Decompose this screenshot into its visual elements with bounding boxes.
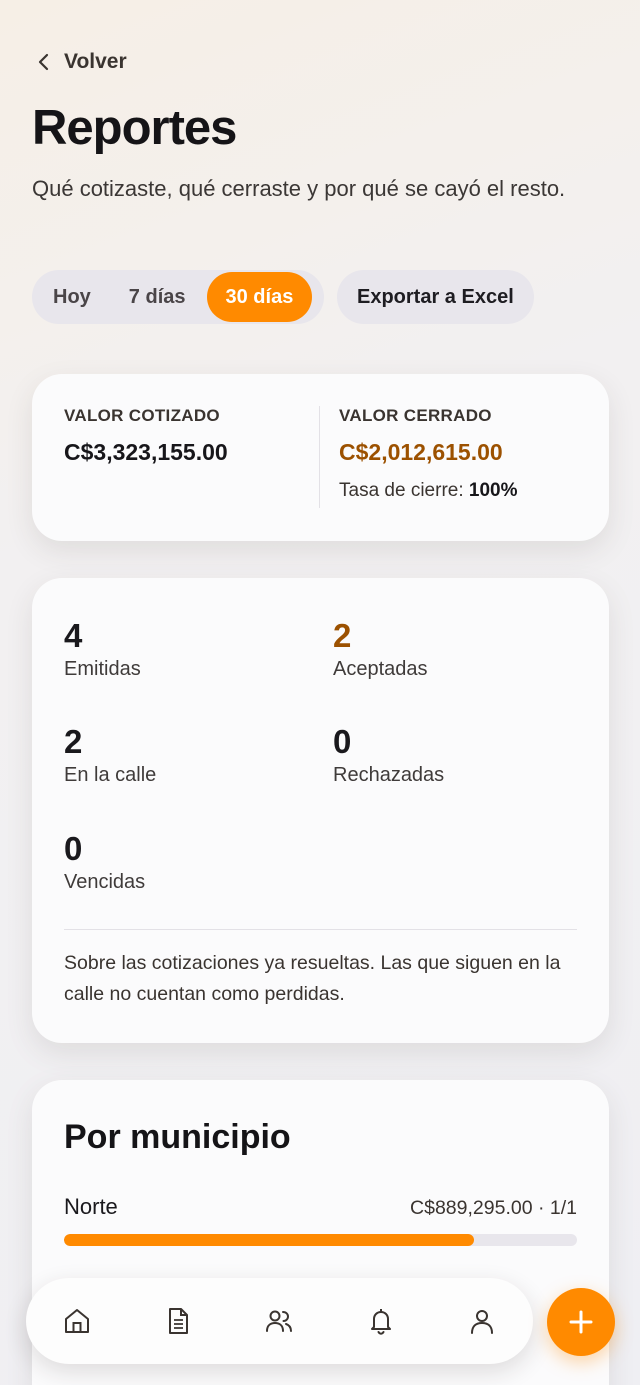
stat-expired-label: Vencidas — [64, 871, 146, 893]
nav-clients[interactable] — [257, 1299, 301, 1343]
range-option-today[interactable]: Hoy — [34, 272, 110, 322]
divider — [64, 929, 577, 930]
nav-notifications[interactable] — [359, 1299, 403, 1343]
municipality-row: Norte C$889,295.00 · 1/1 — [64, 1194, 577, 1246]
stat-issued: 4 Emitidas — [64, 616, 141, 681]
chevron-left-icon — [38, 53, 49, 71]
range-option-30-days[interactable]: 30 días — [206, 272, 313, 322]
range-option-7-days[interactable]: 7 días — [110, 272, 205, 322]
stat-rejected-value: 0 — [333, 723, 352, 760]
bell-icon — [370, 1309, 391, 1335]
closed-value-label: VALOR CERRADO — [339, 406, 492, 425]
municipality-progress-fill — [64, 1234, 475, 1246]
stat-accepted-value: 2 — [333, 617, 352, 654]
nav-quotes[interactable] — [156, 1299, 200, 1343]
stat-accepted-label: Aceptadas — [333, 658, 428, 680]
stat-issued-label: Emitidas — [64, 658, 141, 680]
page-subtitle: Qué cotizaste, qué cerraste y por qué se… — [32, 176, 566, 201]
bottom-nav — [26, 1278, 533, 1364]
close-rate-label: Tasa de cierre: — [339, 480, 464, 501]
quoted-value-label: VALOR COTIZADO — [64, 406, 220, 425]
divider — [319, 406, 320, 508]
nav-home[interactable] — [55, 1299, 99, 1343]
stat-outstanding-value: 2 — [64, 723, 83, 760]
export-excel-button[interactable]: Exportar a Excel — [337, 270, 534, 324]
nav-profile[interactable] — [460, 1299, 504, 1343]
date-range-selector: Hoy 7 días 30 días — [32, 270, 324, 324]
add-quote-button[interactable] — [547, 1288, 615, 1356]
quoted-value-amount: C$3,323,155.00 — [64, 439, 228, 465]
back-button[interactable]: Volver — [34, 50, 127, 74]
close-rate-value: 100% — [468, 480, 518, 501]
home-icon — [64, 1309, 89, 1333]
stat-expired: 0 Vencidas — [64, 829, 145, 894]
document-icon — [169, 1308, 189, 1334]
stat-outstanding: 2 En la calle — [64, 722, 156, 787]
stat-outstanding-label: En la calle — [64, 764, 157, 786]
stats-note: Sobre las cotizaciones ya resueltas. Las… — [64, 952, 561, 1005]
close-rate: Tasa de cierre: 100% — [339, 480, 518, 502]
closed-value-amount: C$2,012,615.00 — [339, 439, 503, 465]
closed-value: VALOR CERRADO C$2,012,615.00 Tasa de cie… — [339, 406, 518, 502]
stat-accepted: 2 Aceptadas — [333, 616, 428, 681]
user-icon — [471, 1310, 494, 1334]
quoted-value: VALOR COTIZADO C$3,323,155.00 — [64, 406, 228, 466]
users-icon — [266, 1310, 293, 1332]
stat-expired-value: 0 — [64, 830, 83, 867]
quote-stats-card: 4 Emitidas 2 Aceptadas 2 En la calle 0 R… — [32, 578, 609, 1043]
municipality-value: C$889,295.00 · 1/1 — [410, 1197, 577, 1219]
stat-rejected: 0 Rechazadas — [333, 722, 444, 787]
municipality-title: Por municipio — [64, 1118, 291, 1156]
plus-icon — [569, 1310, 593, 1334]
stat-issued-value: 4 — [64, 617, 83, 654]
municipality-name: Norte — [64, 1194, 118, 1219]
municipality-progress-bar — [64, 1234, 577, 1246]
value-summary-card: VALOR COTIZADO C$3,323,155.00 VALOR CERR… — [32, 374, 609, 541]
page-title: Reportes — [32, 101, 237, 155]
stat-rejected-label: Rechazadas — [333, 764, 445, 786]
back-label: Volver — [64, 50, 127, 73]
